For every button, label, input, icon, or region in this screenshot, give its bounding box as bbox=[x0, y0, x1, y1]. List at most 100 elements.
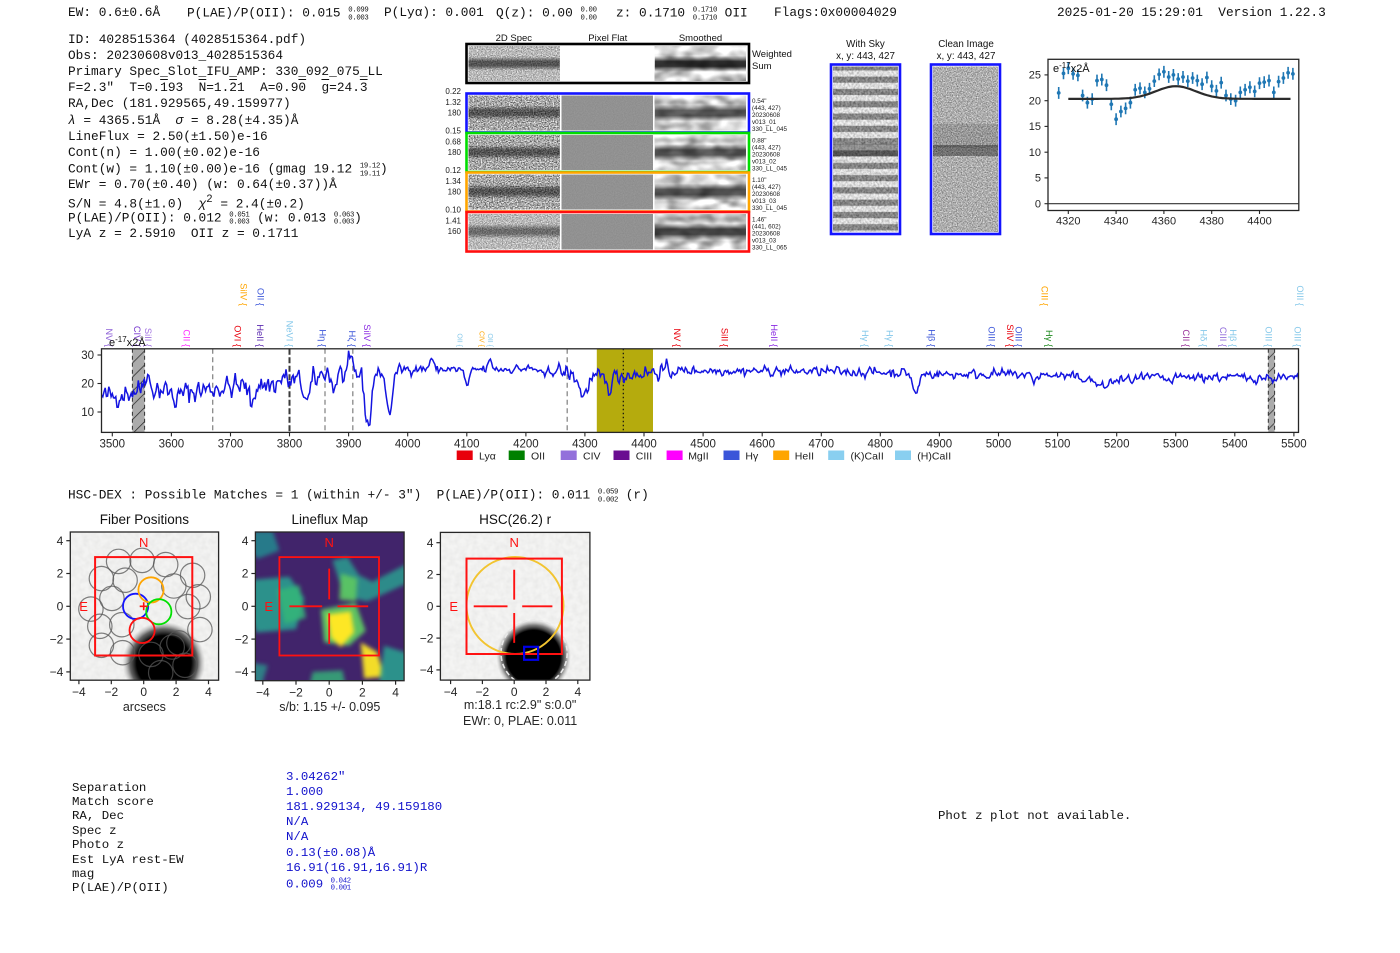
svg-text:4100: 4100 bbox=[454, 439, 480, 451]
svg-text:With Sky: With Sky bbox=[846, 39, 885, 50]
svg-text:CII {: CII { bbox=[1181, 329, 1191, 347]
svg-text:3600: 3600 bbox=[159, 439, 185, 451]
svg-text:Hγ: Hγ bbox=[745, 451, 759, 463]
svg-text:5200: 5200 bbox=[1104, 439, 1130, 451]
svg-text:Hδ {: Hδ { bbox=[1199, 329, 1209, 347]
svg-text:2: 2 bbox=[427, 568, 434, 582]
svg-text:HeII: HeII bbox=[795, 451, 814, 463]
svg-text:5: 5 bbox=[1035, 173, 1041, 185]
svg-text:(443, 427): (443, 427) bbox=[752, 184, 781, 191]
svg-text:x, y: 443, 427: x, y: 443, 427 bbox=[937, 51, 996, 62]
svg-text:N: N bbox=[139, 535, 148, 550]
svg-text:180: 180 bbox=[448, 148, 462, 157]
svg-text:20230608: 20230608 bbox=[752, 231, 781, 238]
svg-text:e-17x2Å: e-17x2Å bbox=[1053, 61, 1090, 75]
svg-text:2: 2 bbox=[543, 685, 550, 699]
svg-text:−2: −2 bbox=[104, 685, 118, 699]
svg-text:4500: 4500 bbox=[690, 439, 716, 451]
svg-text:CIV: CIV bbox=[583, 451, 601, 463]
svg-text:(443, 427): (443, 427) bbox=[752, 105, 781, 112]
svg-text:330_LL_045: 330_LL_045 bbox=[752, 205, 788, 212]
svg-text:20230608: 20230608 bbox=[752, 191, 781, 198]
svg-text:OIII {: OIII { bbox=[1295, 285, 1305, 306]
svg-text:−2: −2 bbox=[476, 685, 490, 699]
svg-text:v013_03: v013_03 bbox=[752, 198, 777, 205]
svg-text:v013_01: v013_01 bbox=[752, 119, 777, 126]
svg-text:2: 2 bbox=[359, 686, 366, 700]
svg-text:180: 180 bbox=[448, 109, 462, 118]
svg-text:arcsecs: arcsecs bbox=[123, 700, 166, 714]
svg-text:Smoothed: Smoothed bbox=[679, 33, 722, 44]
svg-text:v013_03: v013_03 bbox=[752, 238, 777, 245]
svg-text:0: 0 bbox=[511, 685, 518, 699]
svg-text:3800: 3800 bbox=[277, 439, 303, 451]
svg-text:0.88": 0.88" bbox=[752, 138, 767, 145]
svg-text:OII: OII bbox=[531, 451, 545, 463]
svg-text:−4: −4 bbox=[256, 686, 270, 700]
svg-text:(H)CaII: (H)CaII bbox=[917, 451, 951, 463]
svg-text:4700: 4700 bbox=[809, 439, 835, 451]
svg-text:x, y: 443, 427: x, y: 443, 427 bbox=[836, 51, 895, 62]
svg-text:−2: −2 bbox=[50, 632, 64, 646]
svg-text:4: 4 bbox=[205, 685, 212, 699]
svg-text:1.10": 1.10" bbox=[752, 177, 767, 184]
svg-text:OII {: OII { bbox=[486, 333, 493, 347]
svg-text:OIII {: OIII { bbox=[1264, 326, 1274, 347]
svg-text:N: N bbox=[510, 535, 519, 550]
svg-text:330_LL_045: 330_LL_045 bbox=[752, 166, 788, 173]
svg-text:3500: 3500 bbox=[100, 439, 126, 451]
svg-text:m:18.1 rc:2.9" s:0.0": m:18.1 rc:2.9" s:0.0" bbox=[464, 698, 576, 712]
svg-text:4380: 4380 bbox=[1199, 216, 1223, 228]
svg-text:−4: −4 bbox=[72, 685, 86, 699]
svg-text:4: 4 bbox=[427, 536, 434, 550]
svg-text:Weighted: Weighted bbox=[752, 49, 792, 60]
svg-text:SiIV {: SiIV { bbox=[362, 324, 372, 347]
svg-text:0.15: 0.15 bbox=[445, 127, 461, 136]
svg-text:v013_02: v013_02 bbox=[752, 159, 777, 166]
svg-text:25: 25 bbox=[1029, 70, 1041, 82]
svg-text:2: 2 bbox=[57, 567, 64, 581]
svg-text:4000: 4000 bbox=[395, 439, 421, 451]
svg-text:−4: −4 bbox=[444, 685, 458, 699]
svg-text:−2: −2 bbox=[235, 632, 249, 646]
svg-text:4200: 4200 bbox=[513, 439, 539, 451]
svg-text:20: 20 bbox=[81, 379, 94, 391]
svg-text:(K)CaII: (K)CaII bbox=[851, 451, 884, 463]
svg-text:NeVI {: NeVI { bbox=[285, 321, 295, 347]
svg-text:1.34: 1.34 bbox=[445, 177, 461, 186]
svg-text:330_LL_065: 330_LL_065 bbox=[752, 245, 788, 252]
svg-text:330_LL_045: 330_LL_045 bbox=[752, 126, 788, 133]
svg-text:0: 0 bbox=[1035, 199, 1041, 211]
svg-text:E: E bbox=[79, 599, 88, 614]
svg-text:4360: 4360 bbox=[1152, 216, 1176, 228]
svg-text:−4: −4 bbox=[50, 665, 64, 679]
svg-text:Hγ {: Hγ { bbox=[860, 330, 870, 347]
svg-text:2D Spec: 2D Spec bbox=[496, 33, 533, 44]
svg-text:(443, 427): (443, 427) bbox=[752, 145, 781, 152]
svg-text:E: E bbox=[449, 599, 458, 614]
svg-text:4400: 4400 bbox=[631, 439, 657, 451]
svg-text:HeII {: HeII { bbox=[769, 324, 779, 347]
svg-text:20230608: 20230608 bbox=[752, 112, 781, 119]
svg-text:4: 4 bbox=[242, 534, 249, 548]
svg-text:SiIV {: SiIV { bbox=[239, 283, 249, 306]
svg-text:MgII: MgII bbox=[688, 451, 708, 463]
svg-text:5300: 5300 bbox=[1163, 439, 1189, 451]
svg-text:0: 0 bbox=[242, 600, 249, 614]
svg-text:E: E bbox=[264, 599, 273, 614]
svg-text:CIII {: CIII { bbox=[1040, 286, 1050, 306]
svg-text:3900: 3900 bbox=[336, 439, 362, 451]
svg-text:0: 0 bbox=[57, 600, 64, 614]
svg-text:Hβ {: Hβ { bbox=[927, 329, 937, 347]
svg-text:1.41: 1.41 bbox=[445, 216, 461, 225]
svg-text:0: 0 bbox=[326, 686, 333, 700]
svg-text:10: 10 bbox=[81, 407, 94, 419]
svg-text:CIII: CIII bbox=[636, 451, 652, 463]
svg-text:0: 0 bbox=[427, 600, 434, 614]
svg-text:CIII {: CIII { bbox=[1218, 327, 1228, 347]
svg-text:0.10: 0.10 bbox=[445, 206, 461, 215]
svg-text:180: 180 bbox=[448, 188, 462, 197]
svg-text:5400: 5400 bbox=[1222, 439, 1248, 451]
svg-text:4320: 4320 bbox=[1056, 216, 1080, 228]
svg-text:−4: −4 bbox=[420, 663, 434, 677]
